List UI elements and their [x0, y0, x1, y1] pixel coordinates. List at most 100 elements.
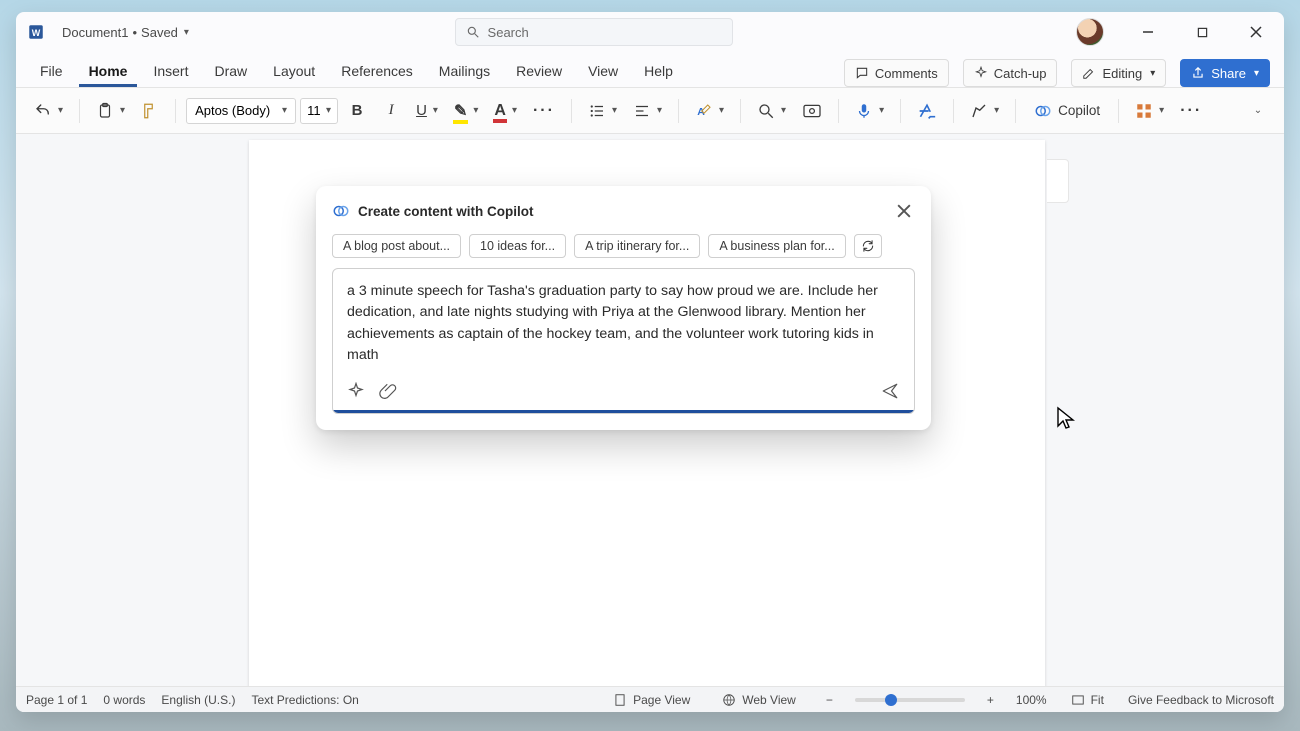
zoom-slider[interactable]: [855, 698, 965, 702]
align-button[interactable]: ▾: [627, 96, 668, 126]
share-icon: [1191, 66, 1205, 80]
attach-button[interactable]: [379, 382, 397, 400]
web-view-icon: [722, 693, 736, 707]
chevron-down-icon: ▾: [994, 105, 999, 116]
send-button[interactable]: [880, 382, 900, 400]
chevron-down-icon: ▾: [120, 105, 125, 116]
underline-button[interactable]: U▾: [410, 96, 444, 126]
tab-review[interactable]: Review: [506, 57, 572, 87]
find-button[interactable]: ▾: [751, 96, 792, 126]
chevron-down-icon: ▾: [512, 105, 517, 116]
editor-button[interactable]: [911, 96, 943, 126]
highlight-button[interactable]: ✎▾: [448, 96, 484, 126]
catchup-button[interactable]: Catch-up: [963, 59, 1058, 87]
tab-help[interactable]: Help: [634, 57, 683, 87]
font-color-icon: A: [494, 102, 506, 120]
chevron-down-icon: ▾: [473, 105, 478, 116]
zoom-slider-thumb[interactable]: [885, 694, 897, 706]
web-view-button[interactable]: Web View: [714, 693, 804, 707]
close-icon: [897, 204, 911, 218]
feedback-link[interactable]: Give Feedback to Microsoft: [1128, 693, 1274, 707]
bold-icon: B: [352, 102, 363, 119]
tab-view[interactable]: View: [578, 57, 628, 87]
sparkle-icon: [974, 66, 988, 80]
ellipsis-icon: ···: [1180, 102, 1202, 120]
refresh-icon: [861, 239, 875, 253]
fit-icon: [1071, 693, 1085, 707]
tab-insert[interactable]: Insert: [143, 57, 198, 87]
collapse-ribbon-button[interactable]: ⌄: [1242, 96, 1272, 126]
suggestion-chip[interactable]: A blog post about...: [332, 234, 461, 258]
page-view-icon: [613, 693, 627, 707]
screenshot-button[interactable]: [796, 96, 828, 126]
prompt-focus-bar: [333, 410, 914, 413]
paste-button[interactable]: ▾: [90, 96, 131, 126]
suggestion-chip[interactable]: 10 ideas for...: [469, 234, 566, 258]
bold-button[interactable]: B: [342, 96, 372, 126]
chevron-down-icon: ▾: [1254, 68, 1259, 79]
styles-button[interactable]: A▾: [689, 96, 730, 126]
comments-button[interactable]: Comments: [844, 59, 949, 87]
document-title[interactable]: Document1 • Saved ▾: [56, 21, 195, 44]
chevron-down-icon: ▾: [282, 105, 287, 116]
italic-icon: I: [389, 102, 394, 119]
copilot-button[interactable]: Copilot: [1026, 96, 1108, 126]
refresh-suggestions-button[interactable]: [854, 234, 882, 258]
underline-icon: U: [416, 102, 427, 119]
send-icon: [880, 382, 900, 400]
language-status[interactable]: English (U.S.): [161, 693, 235, 707]
tab-references[interactable]: References: [331, 57, 423, 87]
share-button[interactable]: Share ▾: [1180, 59, 1270, 87]
font-name-select[interactable]: Aptos (Body)▾: [186, 98, 296, 124]
fit-button[interactable]: Fit: [1063, 693, 1112, 707]
tab-home[interactable]: Home: [79, 57, 138, 87]
inspire-button[interactable]: [347, 382, 365, 400]
chevron-down-icon: ▾: [879, 105, 884, 116]
document-canvas[interactable]: Create content with Copilot A blog post …: [16, 134, 1284, 686]
paperclip-icon: [379, 382, 397, 400]
more-commands-button[interactable]: ···: [1174, 96, 1208, 126]
addins-button[interactable]: ▾: [1129, 96, 1170, 126]
copilot-prompt-input[interactable]: a 3 minute speech for Tasha's graduation…: [333, 269, 914, 376]
font-color-button[interactable]: A▾: [488, 96, 523, 126]
bullets-button[interactable]: ▾: [582, 96, 623, 126]
copilot-prompt-box: a 3 minute speech for Tasha's graduation…: [332, 268, 915, 414]
zoom-out-button[interactable]: −: [820, 693, 839, 707]
format-painter-button[interactable]: [135, 96, 165, 126]
close-button[interactable]: [1234, 16, 1278, 48]
copilot-close-button[interactable]: [893, 200, 915, 222]
undo-button[interactable]: ▾: [28, 96, 69, 126]
tab-file[interactable]: File: [30, 57, 73, 87]
suggestion-chip[interactable]: A trip itinerary for...: [574, 234, 700, 258]
maximize-button[interactable]: [1180, 16, 1224, 48]
side-pane-tab[interactable]: [1047, 159, 1069, 203]
word-count[interactable]: 0 words: [103, 693, 145, 707]
chevron-down-icon: ▾: [326, 105, 331, 116]
user-avatar[interactable]: [1076, 18, 1104, 46]
text-predictions-status[interactable]: Text Predictions: On: [251, 693, 358, 707]
more-font-button[interactable]: ···: [527, 96, 561, 126]
tab-mailings[interactable]: Mailings: [429, 57, 500, 87]
word-app-icon: W: [26, 22, 46, 42]
search-icon: [466, 25, 480, 39]
suggestion-chip[interactable]: A business plan for...: [708, 234, 845, 258]
zoom-level[interactable]: 100%: [1016, 693, 1047, 707]
page-view-button[interactable]: Page View: [605, 693, 698, 707]
tab-layout[interactable]: Layout: [263, 57, 325, 87]
chevron-down-icon: ▾: [612, 105, 617, 116]
minimize-button[interactable]: [1126, 16, 1170, 48]
suggestion-chips: A blog post about... 10 ideas for... A t…: [332, 234, 915, 258]
italic-button[interactable]: I: [376, 96, 406, 126]
editing-mode-button[interactable]: Editing ▾: [1071, 59, 1166, 87]
dictate-button[interactable]: ▾: [849, 96, 890, 126]
tab-draw[interactable]: Draw: [204, 57, 257, 87]
pencil-icon: [1082, 66, 1096, 80]
title-bar: W Document1 • Saved ▾ Search: [16, 12, 1284, 52]
font-size-select[interactable]: 11▾: [300, 98, 338, 124]
ribbon-tabs: File Home Insert Draw Layout References …: [16, 52, 1284, 88]
page-count[interactable]: Page 1 of 1: [26, 693, 87, 707]
ink-button[interactable]: ▾: [964, 96, 1005, 126]
zoom-in-button[interactable]: +: [981, 693, 1000, 707]
mouse-cursor-icon: [1056, 406, 1076, 430]
search-input[interactable]: Search: [455, 18, 733, 46]
